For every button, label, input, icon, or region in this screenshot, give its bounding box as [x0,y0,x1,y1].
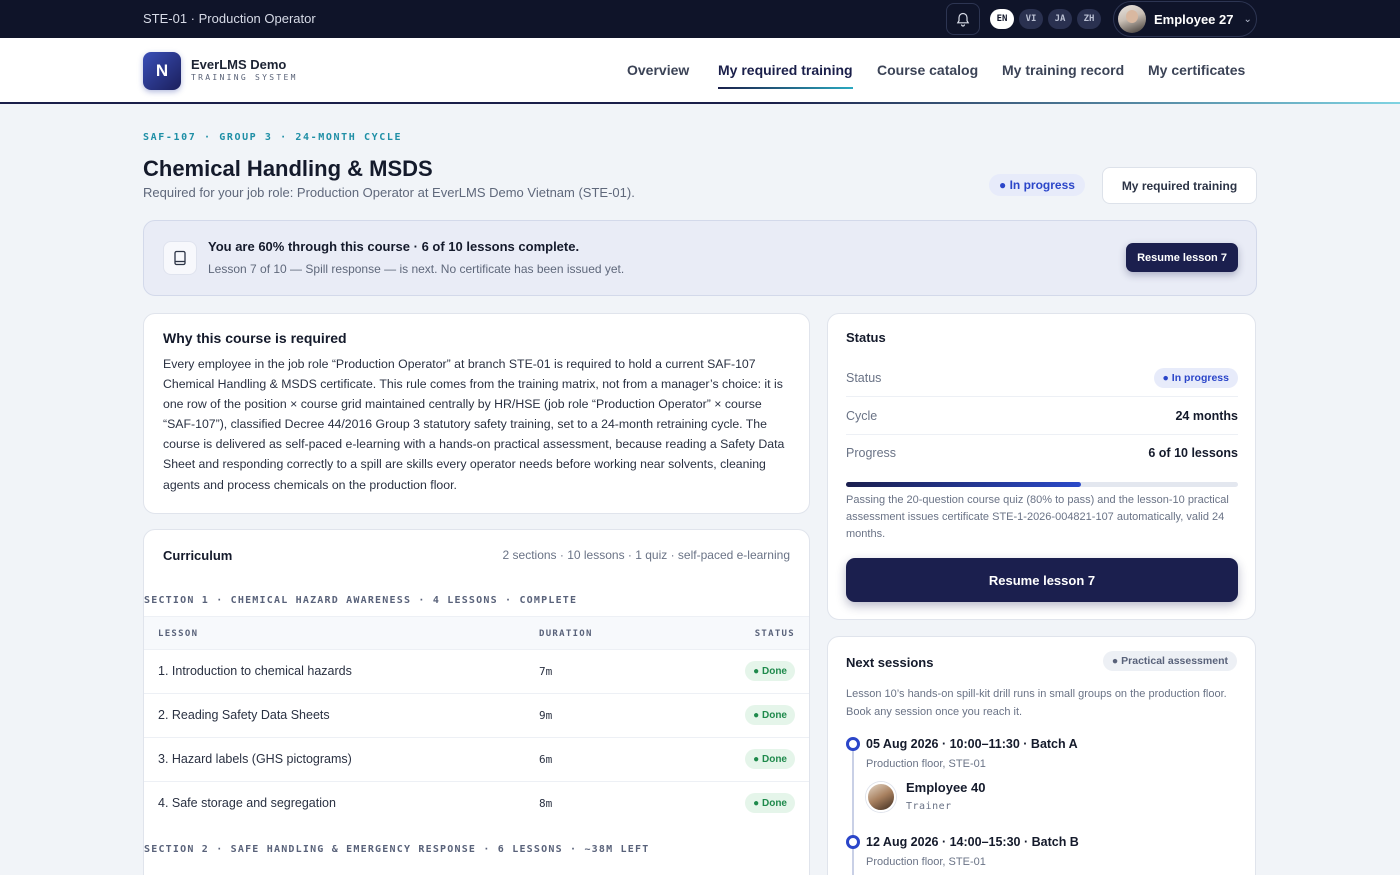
user-menu[interactable]: Employee 27 ⌄ [1113,1,1257,37]
lang-zh[interactable]: ZH [1077,9,1101,29]
header-accent-line [0,102,1400,104]
bell-icon [956,12,970,27]
nav-my-required-training[interactable]: My required training [718,62,853,89]
table-row[interactable]: 2. Reading Safety Data Sheets 9m ● Done [144,694,809,738]
trainer-avatar [866,782,896,812]
language-switcher: EN VI JA ZH [990,9,1101,29]
nav-course-catalog[interactable]: Course catalog [877,62,978,78]
curriculum-title: Curriculum [163,548,233,563]
session-b-title[interactable]: 12 Aug 2026 · 14:00–15:30 · Batch B [866,835,1079,849]
curriculum-meta: 2 sections · 10 lessons · 1 quiz · self-… [502,548,790,562]
col-duration: DURATION [539,629,593,639]
page-subtitle: Required for your job role: Production O… [143,185,635,200]
cycle-label: Cycle [846,409,878,423]
why-body: Every employee in the job role “Producti… [163,357,785,492]
back-to-required-training-button[interactable]: My required training [1102,167,1257,204]
why-title: Why this course is required [163,330,347,346]
branch-context: STE-01 · Production Operator [143,11,316,26]
banner-title: You are 60% through this course · 6 of 1… [208,239,580,254]
banner-subtitle: Lesson 7 of 10 — Spill response — is nex… [208,262,625,276]
lesson-name: 3. Hazard labels (GHS pictograms) [158,752,352,766]
progress-value: 6 of 10 lessons [1148,446,1238,460]
progress-bar [846,482,1238,487]
lang-en[interactable]: EN [990,9,1014,29]
progress-row: Progress 6 of 10 lessons [846,434,1238,472]
status-label: Status [846,371,882,385]
status-badge: ● In progress [989,174,1085,196]
cycle-value: 24 months [1175,409,1238,423]
lang-vi[interactable]: VI [1019,9,1043,29]
col-lesson: LESSON [158,629,199,639]
sessions-title: Next sessions [846,655,934,670]
status-row: Status ● In progress [846,359,1238,397]
status-card-title: Status [846,330,886,345]
why-required-card: Why this course is required Every employ… [143,313,810,514]
lesson-name: 1. Introduction to chemical hazards [158,664,352,678]
trainer-role: Trainer [906,801,952,812]
table-header: LESSON DURATION STATUS [144,616,809,650]
sessions-note: Lesson 10’s hands-on spill-kit drill run… [846,688,1227,718]
page-title: Chemical Handling & MSDS [143,156,433,181]
table-row[interactable]: 4. Safe storage and segregation 8m ● Don… [144,782,809,826]
lesson-duration: 7m [539,665,553,678]
certificate-note: Passing the 20-question course quiz (80%… [846,494,1229,540]
progress-label: Progress [846,446,897,460]
lesson-name: 2. Reading Safety Data Sheets [158,708,330,722]
brand-logo[interactable]: N [143,52,181,90]
table-row[interactable]: 1. Introduction to chemical hazards 7m ●… [144,650,809,694]
section-1-label: SECTION 1 · CHEMICAL HAZARD AWARENESS · … [144,595,578,606]
curriculum-card: Curriculum 2 sections · 10 lessons · 1 q… [143,529,810,875]
lesson-name: 4. Safe storage and segregation [158,796,336,810]
status-pill: ● In progress [1153,368,1238,388]
status-card: Status Status ● In progress Cycle 24 mon… [827,313,1256,620]
session-b-location: Production floor, STE-01 [866,856,986,868]
nav-overview[interactable]: Overview [627,62,689,78]
next-sessions-card: Next sessions ● Practical assessment Les… [827,636,1256,875]
progress-banner: You are 60% through this course · 6 of 1… [143,220,1257,296]
timeline-dot [846,737,860,751]
session-a-location: Production floor, STE-01 [866,758,986,770]
table-row[interactable]: 3. Hazard labels (GHS pictograms) 6m ● D… [144,738,809,782]
top-bar: STE-01 · Production Operator EN VI JA ZH… [0,0,1400,38]
notifications-button[interactable] [946,3,980,35]
brand-name: EverLMS Demo [191,57,287,72]
course-eyebrow: SAF-107 · GROUP 3 · 24-MONTH CYCLE [143,132,403,143]
timeline-line [852,747,854,875]
brand-subtitle: TRAINING SYSTEM [191,73,298,82]
lesson-status-badge: ● Done [745,705,795,725]
timeline-dot [846,835,860,849]
nav-my-training-record[interactable]: My training record [1002,62,1124,78]
cycle-row: Cycle 24 months [846,397,1238,435]
trainer-name: Employee 40 [906,780,986,795]
resume-lesson-button[interactable]: Resume lesson 7 [846,558,1238,602]
practical-assessment-badge: ● Practical assessment [1102,651,1237,671]
progress-bar-fill [846,482,1082,487]
user-name: Employee 27 [1154,11,1234,27]
resume-lesson-button-banner[interactable]: Resume lesson 7 [1126,243,1238,272]
user-avatar [1118,5,1146,33]
lesson-duration: 9m [539,709,553,722]
lesson-status-badge: ● Done [745,749,795,769]
lesson-duration: 8m [539,797,553,810]
lesson-status-badge: ● Done [745,661,795,681]
lesson-status-badge: ● Done [745,793,795,813]
section-2-label: SECTION 2 · SAFE HANDLING & EMERGENCY RE… [144,844,650,855]
chevron-down-icon: ⌄ [1243,13,1252,25]
main-header: N EverLMS Demo TRAINING SYSTEM Overview … [0,38,1400,104]
nav-my-certificates[interactable]: My certificates [1148,62,1245,78]
book-icon [163,241,197,275]
session-a-title[interactable]: 05 Aug 2026 · 10:00–11:30 · Batch A [866,737,1078,751]
col-status: STATUS [754,629,795,639]
lang-ja[interactable]: JA [1048,9,1072,29]
lesson-duration: 6m [539,753,553,766]
